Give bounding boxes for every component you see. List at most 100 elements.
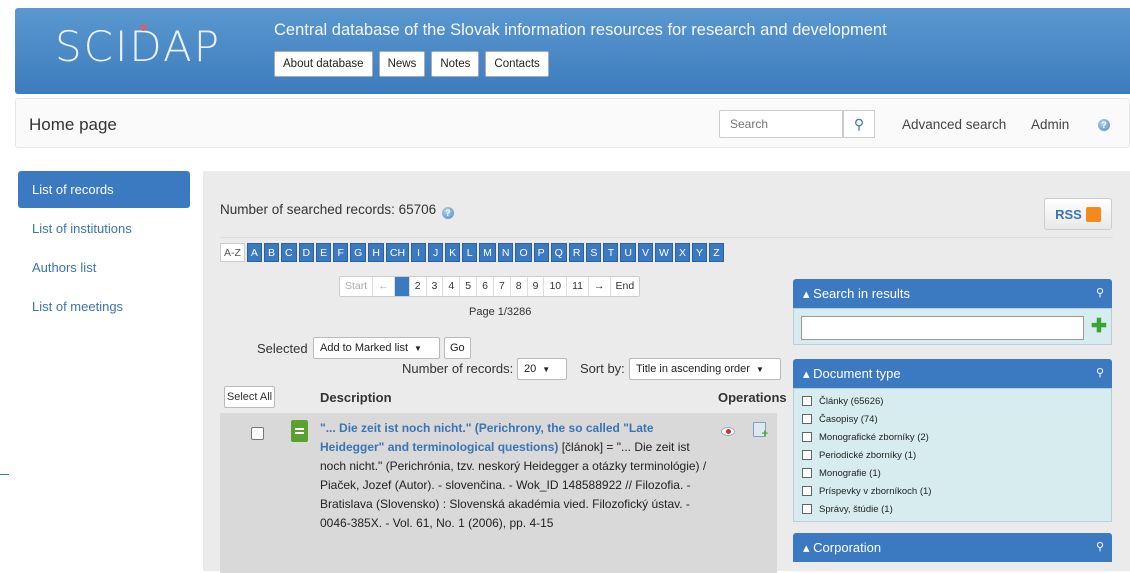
- pager-page-4[interactable]: 4: [443, 277, 461, 296]
- number-of-records-value: 20: [524, 363, 537, 375]
- letter-filter-o[interactable]: O: [515, 243, 532, 262]
- record-count: Number of searched records: 65706 ?: [220, 202, 454, 219]
- filter-input[interactable]: [801, 316, 1084, 340]
- letter-filter-r[interactable]: R: [568, 243, 585, 262]
- pager-page-6[interactable]: 6: [477, 277, 494, 296]
- document-type-option[interactable]: Monografie (1): [794, 464, 1111, 482]
- letter-filter-h[interactable]: H: [368, 243, 384, 262]
- letter-filter-i[interactable]: I: [411, 243, 427, 262]
- letter-filter-t[interactable]: T: [603, 243, 619, 262]
- pager-page-9[interactable]: 9: [528, 277, 545, 296]
- search-icon[interactable]: ⚲: [1096, 359, 1104, 388]
- letter-filter-m[interactable]: M: [479, 243, 496, 262]
- letter-filter-l[interactable]: L: [462, 243, 478, 262]
- view-icon[interactable]: [721, 427, 735, 436]
- help-icon[interactable]: ?: [1098, 119, 1110, 131]
- document-type-option[interactable]: Články (65626): [794, 392, 1111, 410]
- letter-filter-z[interactable]: Z: [708, 243, 724, 262]
- divider: [0, 474, 9, 475]
- option-checkbox[interactable]: [802, 414, 812, 424]
- option-checkbox[interactable]: [802, 504, 812, 514]
- panel-header[interactable]: ▴ Document type ⚲: [793, 359, 1112, 388]
- letter-filter-j[interactable]: J: [428, 243, 444, 262]
- advanced-search-link[interactable]: Advanced search: [902, 117, 1006, 132]
- letter-filter-q[interactable]: Q: [550, 243, 567, 262]
- sidebar-item-list-of-institutions[interactable]: List of institutions: [18, 210, 190, 247]
- add-filter-icon[interactable]: ✚: [1091, 315, 1107, 338]
- letter-filter-x[interactable]: X: [674, 243, 690, 262]
- sidebar-item-list-of-meetings[interactable]: List of meetings: [18, 288, 190, 325]
- letter-filter-n[interactable]: N: [497, 243, 514, 262]
- letter-filter-ch[interactable]: CH: [385, 243, 410, 262]
- search-input[interactable]: [719, 110, 843, 138]
- letter-filter-c[interactable]: C: [280, 243, 297, 262]
- search-icon[interactable]: ⚲: [1096, 279, 1104, 308]
- pager-prev[interactable]: ←: [373, 277, 395, 296]
- letter-filter-v[interactable]: V: [638, 243, 654, 262]
- pager-page-10[interactable]: 10: [544, 277, 568, 296]
- home-page-link[interactable]: Home page: [29, 115, 117, 135]
- pager-next[interactable]: →: [589, 277, 611, 296]
- letter-filter-all[interactable]: A-Z: [220, 243, 245, 262]
- pager-page-1[interactable]: 1: [394, 277, 410, 296]
- letter-filter-g[interactable]: G: [350, 243, 367, 262]
- help-icon[interactable]: ?: [441, 207, 454, 219]
- option-checkbox[interactable]: [802, 486, 812, 496]
- record-description: "... Die zeit ist noch nicht." (Perichro…: [320, 419, 708, 533]
- pager-page-11[interactable]: 11: [567, 277, 590, 296]
- letter-filter-a[interactable]: A: [246, 243, 262, 262]
- letter-filter-b[interactable]: B: [263, 243, 279, 262]
- option-checkbox[interactable]: [802, 450, 812, 460]
- document-type-option[interactable]: Správy, štúdie (1): [794, 500, 1111, 518]
- contacts-button[interactable]: Contacts: [485, 51, 549, 77]
- sort-by-value: Title in ascending order: [636, 363, 750, 375]
- sidebar-item-authors-list[interactable]: Authors list: [18, 249, 190, 286]
- go-button[interactable]: Go: [444, 337, 471, 359]
- option-checkbox[interactable]: [802, 396, 812, 406]
- letter-filter-p[interactable]: P: [533, 243, 549, 262]
- letter-filter-f[interactable]: F: [333, 243, 349, 262]
- document-type-option[interactable]: Príspevky v zborníkoch (1): [794, 482, 1111, 500]
- about-database-button[interactable]: About database: [274, 51, 373, 77]
- table-header: Select All Description Operations: [220, 386, 787, 410]
- option-checkbox[interactable]: [802, 432, 812, 442]
- letter-filter-d[interactable]: D: [298, 243, 315, 262]
- letter-filter-s[interactable]: S: [586, 243, 602, 262]
- document-type-option[interactable]: Periodické zborníky (1): [794, 446, 1111, 464]
- panel-header[interactable]: ▴ Corporation ⚲: [793, 533, 1112, 562]
- letter-filter-w[interactable]: W: [655, 243, 673, 262]
- panel-header[interactable]: ▴ Search in results ⚲: [793, 279, 1112, 308]
- letter-filter-e[interactable]: E: [316, 243, 332, 262]
- letter-filter-k[interactable]: K: [445, 243, 461, 262]
- record-checkbox[interactable]: [251, 427, 264, 440]
- select-all-button[interactable]: Select All: [224, 386, 275, 408]
- document-type-option[interactable]: Monografické zborníky (2): [794, 428, 1111, 446]
- sort-by-select[interactable]: Title in ascending order ▼: [629, 358, 781, 380]
- number-of-records-select[interactable]: 20 ▼: [517, 358, 567, 380]
- pager-page-7[interactable]: 7: [494, 277, 511, 296]
- pager-page-2[interactable]: 2: [410, 277, 427, 296]
- add-to-list-icon[interactable]: [753, 422, 768, 440]
- news-button[interactable]: News: [378, 51, 426, 77]
- notes-button[interactable]: Notes: [431, 51, 480, 77]
- pager-start[interactable]: Start: [340, 277, 374, 296]
- rss-button[interactable]: RSS: [1044, 198, 1112, 230]
- pager-end[interactable]: End: [611, 277, 640, 296]
- admin-link[interactable]: Admin: [1031, 117, 1069, 132]
- search-button[interactable]: ⚲: [843, 110, 875, 138]
- option-label: Články (65626): [819, 395, 884, 407]
- option-label: Monografie (1): [819, 467, 881, 479]
- pager-page-5[interactable]: 5: [460, 277, 478, 296]
- option-checkbox[interactable]: [802, 468, 812, 478]
- caret-down-icon: ▼: [414, 344, 422, 353]
- letter-filter-y[interactable]: Y: [691, 243, 707, 262]
- pager-page-8[interactable]: 8: [511, 277, 528, 296]
- selected-action-select[interactable]: Add to Marked list ▼: [313, 337, 440, 359]
- search-icon[interactable]: ⚲: [1096, 533, 1104, 562]
- document-type-option[interactable]: Časopisy (74): [794, 410, 1111, 428]
- sort-by-label: Sort by:: [580, 361, 625, 376]
- letter-filter-u[interactable]: U: [620, 243, 637, 262]
- pager-page-3[interactable]: 3: [427, 277, 444, 296]
- scidap-logo[interactable]: SCIDAP: [55, 22, 221, 71]
- sidebar-item-list-of-records[interactable]: List of records: [18, 171, 190, 208]
